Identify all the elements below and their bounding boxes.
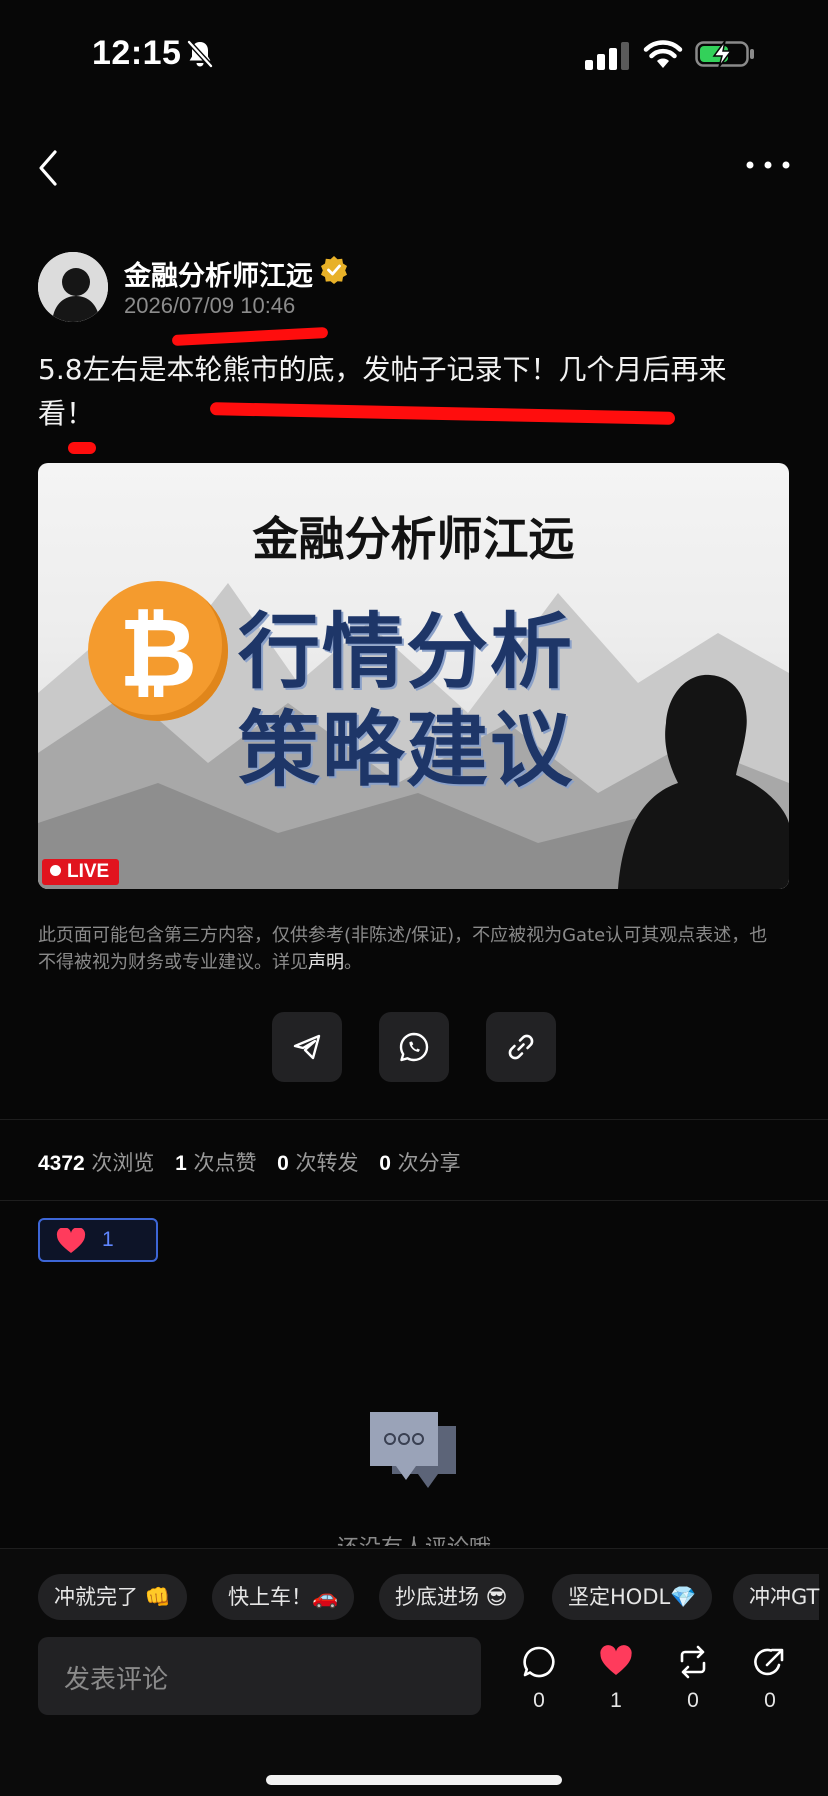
views-count: 4372 — [38, 1152, 85, 1175]
shares-label: 次分享 — [397, 1151, 461, 1175]
author-name[interactable]: 金融分析师江远 — [124, 254, 313, 293]
comment-input[interactable]: 发表评论 — [38, 1637, 481, 1715]
repost-count: 0 — [687, 1689, 699, 1712]
status-time: 12:15 — [92, 34, 182, 72]
home-indicator[interactable] — [266, 1775, 562, 1785]
quick-reply-chip[interactable]: 冲冲GT — [733, 1574, 820, 1620]
likes-label: 次点赞 — [193, 1151, 257, 1175]
comment-icon — [523, 1646, 555, 1678]
reaction-count: 1 — [102, 1228, 114, 1251]
live-label: LIVE — [67, 861, 110, 882]
whatsapp-icon — [399, 1032, 429, 1062]
highlight-mark — [68, 442, 96, 454]
disclaimer-text: 此页面可能包含第三方内容，仅供参考(非陈述/保证)，不应被视为Gate认可其观点… — [38, 925, 768, 973]
comment-bubble-icon — [370, 1412, 456, 1488]
quick-reply-chip[interactable]: 坚定HODL💎 — [552, 1574, 713, 1620]
post-image-banner[interactable]: 金融分析师江远 ₿ 行情分析 策略建议 LIVE — [38, 463, 789, 889]
verified-badge-icon — [321, 256, 347, 284]
post-timestamp: 2026/07/09 10:46 — [124, 293, 296, 318]
quick-reply-chip[interactable]: 快上车！🚗 — [212, 1574, 355, 1620]
bitcoin-logo-icon: ₿ — [88, 581, 228, 721]
live-dot-icon — [50, 865, 61, 876]
share-telegram-button[interactable] — [272, 1012, 342, 1082]
comment-count: 0 — [533, 1689, 545, 1712]
repost-icon — [680, 1645, 706, 1679]
quick-reply-chip[interactable]: 抄底进场 😎 — [379, 1574, 524, 1620]
highlight-mark — [171, 326, 329, 347]
bitcoin-symbol: ₿ — [118, 600, 198, 707]
cellular-signal-icon — [585, 42, 629, 70]
comment-placeholder: 发表评论 — [64, 1665, 169, 1695]
post-stats: 4372 次浏览 1 次点赞 0 次转发 0 次分享 — [38, 1147, 461, 1177]
heart-reaction-button[interactable]: 1 — [38, 1218, 158, 1262]
battery-charging-icon — [695, 40, 754, 68]
copy-link-button[interactable] — [486, 1012, 556, 1082]
no-comments-text: 还没有人评论哦 — [0, 1530, 828, 1546]
like-count: 1 — [610, 1689, 622, 1712]
share-count: 0 — [764, 1689, 776, 1712]
telegram-icon — [293, 1034, 321, 1060]
wifi-icon — [643, 40, 683, 68]
shares-count: 0 — [379, 1152, 391, 1175]
likes-count: 1 — [175, 1152, 187, 1175]
reposts-label: 次转发 — [295, 1151, 359, 1175]
share-whatsapp-button[interactable] — [379, 1012, 449, 1082]
disclaimer: 此页面可能包含第三方内容，仅供参考(非陈述/保证)，不应被视为Gate认可其观点… — [38, 922, 778, 976]
back-arrow-icon[interactable] — [34, 146, 62, 190]
divider — [0, 1119, 828, 1120]
reposts-count: 0 — [277, 1152, 289, 1175]
share-icon — [754, 1648, 784, 1676]
link-icon — [508, 1034, 534, 1060]
banner-headline-2: 策略建议 — [238, 702, 575, 798]
views-label: 次浏览 — [91, 1151, 155, 1175]
disclaimer-end: 。 — [344, 952, 362, 973]
heart-filled-icon — [600, 1645, 632, 1675]
heart-icon — [56, 1228, 86, 1253]
avatar[interactable] — [38, 252, 108, 322]
disclaimer-link[interactable]: 声明 — [308, 952, 344, 973]
bottom-comment-bar: 冲就完了 👊 快上车！🚗 抄底进场 😎 坚定HODL💎 冲冲GT 发表评论 0 … — [0, 1548, 828, 1796]
live-badge: LIVE — [42, 859, 120, 885]
more-options-icon[interactable] — [744, 158, 792, 172]
bell-off-icon — [187, 40, 213, 68]
quick-reply-chip[interactable]: 冲就完了 👊 — [38, 1574, 187, 1620]
banner-title: 金融分析师江远 — [252, 512, 575, 566]
divider — [0, 1200, 828, 1201]
